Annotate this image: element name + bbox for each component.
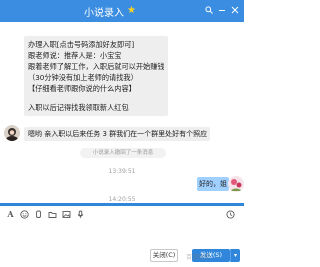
watermark: 百度经验 [186,254,211,261]
avatar[interactable] [228,176,244,192]
chat-history-icon[interactable] [226,210,235,219]
close-icon[interactable] [231,6,239,14]
star-icon: ★ [127,5,136,16]
message-line: 入职以后记得找我领取新人红包 [28,103,129,112]
message-line: 跟老师说：推荐人是：小宝宝 [28,51,122,60]
chat-history[interactable]: 办理入职[点击号码添加好友即可] 跟老师说：推荐人是：小宝宝 跟着老师了解工作，… [0,22,244,192]
minimize-icon[interactable] [218,6,226,14]
input-toolbar: A [0,206,244,222]
message-line-blank [28,94,164,102]
message-line: 【仔细看老师跟你说的什么内容】 [28,84,136,93]
window-title: 小说录入 ★ [84,4,136,19]
search-icon[interactable] [205,6,213,14]
message-timestamp: 13:39:51 [108,168,136,175]
incoming-message-bubble[interactable]: 嗯哟 亲入职以后来任务 3 群我们在一个群里处好有个照应 [24,127,210,141]
hand-icon[interactable] [34,210,43,219]
message-line: 跟着老师了解工作，入职后就可以开始赚钱了！ [28,62,164,71]
send-options-chevron-down-icon[interactable]: ▾ [230,249,240,262]
close-button[interactable]: 关闭(C) [150,249,178,262]
emoji-icon[interactable] [20,210,29,219]
incoming-message-bubble[interactable]: 办理入职[点击号码添加好友即可] 跟老师说：推荐人是：小宝宝 跟着老师了解工作，… [24,36,168,116]
system-notice: 小说录入撤回了一条消息 [80,148,166,158]
mic-icon[interactable] [76,210,85,219]
window-title-text: 小说录入 [84,7,124,19]
folder-icon[interactable] [48,210,57,219]
title-bar: 小说录入 ★ [0,0,244,22]
outgoing-message-bubble[interactable]: 好的，姐 [197,177,229,191]
message-input[interactable] [4,222,240,244]
message-line: （30分钟没有加上老师的请找我） [28,73,138,82]
font-icon[interactable]: A [6,210,15,219]
image-icon[interactable] [62,210,71,219]
message-line: 办理入职[点击号码添加好友即可] [28,40,135,49]
message-timestamp: 14:20:55 [108,196,136,203]
avatar[interactable] [4,125,20,141]
